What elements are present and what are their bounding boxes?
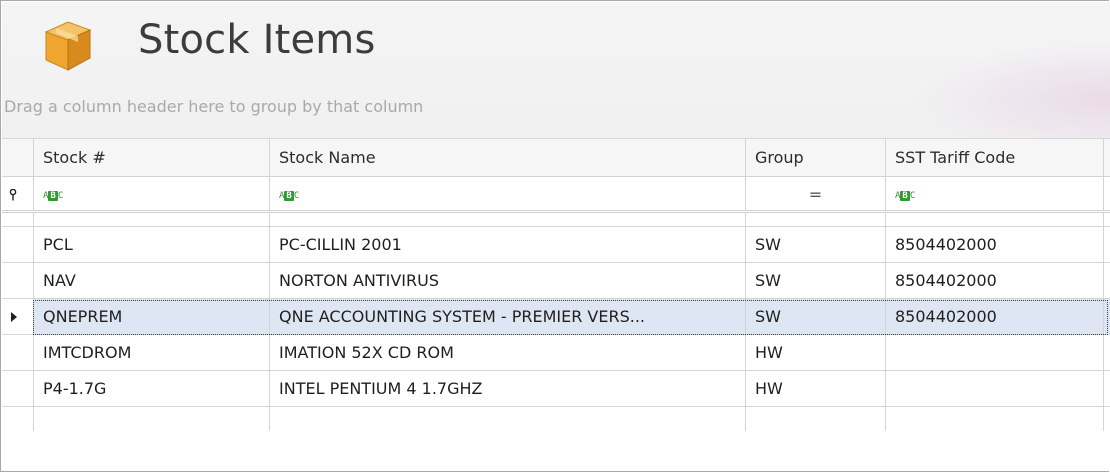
abc-filter-icon[interactable]: ABC [895, 190, 915, 202]
cell-filler [1104, 335, 1110, 370]
cell-group[interactable]: SW [746, 227, 886, 262]
empty-cell [746, 407, 886, 431]
spacer-cell [886, 213, 1104, 226]
current-row-arrow-icon [11, 312, 17, 322]
empty-cell [34, 407, 270, 431]
cell-group[interactable]: SW [746, 263, 886, 298]
cell-stock-name[interactable]: QNE ACCOUNTING SYSTEM - PREMIER VERS... [270, 299, 746, 334]
cell-sst-tariff-code[interactable]: 8504402000 [886, 299, 1104, 334]
equals-filter-icon[interactable]: = [809, 185, 822, 204]
header-decoration [910, 42, 1110, 138]
filter-cell-sst-tariff-code[interactable]: ABC [886, 177, 1104, 210]
spacer-cell [270, 213, 746, 226]
row-indicator [2, 407, 34, 431]
filter-cell-filler [1104, 177, 1110, 210]
empty-cell [270, 407, 746, 431]
box-icon [44, 21, 92, 71]
table-row[interactable]: P4-1.7G INTEL PENTIUM 4 1.7GHZ HW [2, 371, 1110, 407]
pin-icon [9, 189, 17, 201]
filter-cell-stock-no[interactable]: ABC [34, 177, 270, 210]
cell-sst-tariff-code[interactable]: 8504402000 [886, 263, 1104, 298]
abc-filter-icon[interactable]: ABC [43, 190, 63, 202]
cell-filler [1104, 371, 1110, 406]
cell-stock-name[interactable]: PC-CILLIN 2001 [270, 227, 746, 262]
row-indicator[interactable] [2, 371, 34, 406]
cell-stock-name[interactable]: INTEL PENTIUM 4 1.7GHZ [270, 371, 746, 406]
page-title: Stock Items [138, 17, 376, 63]
column-header-sst-tariff-code[interactable]: SST Tariff Code [886, 139, 1104, 176]
empty-cell [886, 407, 1104, 431]
cell-stock-no[interactable]: PCL [34, 227, 270, 262]
page-header: Stock Items Drag a column header here to… [2, 2, 1110, 138]
cell-stock-no[interactable]: NAV [34, 263, 270, 298]
cell-filler [1104, 227, 1110, 262]
row-indicator[interactable] [2, 227, 34, 262]
filter-cell-stock-name[interactable]: ABC [270, 177, 746, 210]
cell-stock-no[interactable]: P4-1.7G [34, 371, 270, 406]
cell-stock-no[interactable]: QNEPREM [34, 299, 270, 334]
spacer-cell [2, 213, 34, 226]
column-header-stock-name[interactable]: Stock Name [270, 139, 746, 176]
auto-filter-row: ABC ABC = ABC [2, 177, 1110, 213]
table-row-selected[interactable]: QNEPREM QNE ACCOUNTING SYSTEM - PREMIER … [2, 299, 1110, 335]
spacer-cell [746, 213, 886, 226]
row-indicator[interactable] [2, 335, 34, 370]
cell-filler [1104, 299, 1110, 334]
column-header-group[interactable]: Group [746, 139, 886, 176]
cell-group[interactable]: HW [746, 335, 886, 370]
row-indicator[interactable] [2, 299, 34, 334]
group-by-panel-hint[interactable]: Drag a column header here to group by th… [4, 97, 423, 116]
table-row[interactable]: PCL PC-CILLIN 2001 SW 8504402000 [2, 227, 1110, 263]
table-row[interactable]: IMTCDROM IMATION 52X CD ROM HW [2, 335, 1110, 371]
table-row[interactable]: NAV NORTON ANTIVIRUS SW 8504402000 [2, 263, 1110, 299]
spacer-cell [34, 213, 270, 226]
row-indicator[interactable] [2, 263, 34, 298]
cell-sst-tariff-code[interactable] [886, 335, 1104, 370]
table-row-partial [2, 407, 1110, 431]
grid-spacer [2, 213, 1110, 227]
cell-group[interactable]: HW [746, 371, 886, 406]
column-header-stock-no[interactable]: Stock # [34, 139, 270, 176]
cell-filler [1104, 263, 1110, 298]
cell-sst-tariff-code[interactable]: 8504402000 [886, 227, 1104, 262]
column-header-row: Stock # Stock Name Group SST Tariff Code [2, 139, 1110, 177]
stock-items-window: Stock Items Drag a column header here to… [0, 0, 1110, 472]
cell-stock-name[interactable]: IMATION 52X CD ROM [270, 335, 746, 370]
cell-sst-tariff-code[interactable] [886, 371, 1104, 406]
cell-stock-no[interactable]: IMTCDROM [34, 335, 270, 370]
filter-cell-group[interactable]: = [746, 177, 886, 210]
filter-row-indicator [2, 177, 34, 210]
cell-stock-name[interactable]: NORTON ANTIVIRUS [270, 263, 746, 298]
cell-group[interactable]: SW [746, 299, 886, 334]
row-indicator-header [2, 139, 34, 176]
abc-filter-icon[interactable]: ABC [279, 190, 299, 202]
column-header-filler [1104, 139, 1110, 176]
